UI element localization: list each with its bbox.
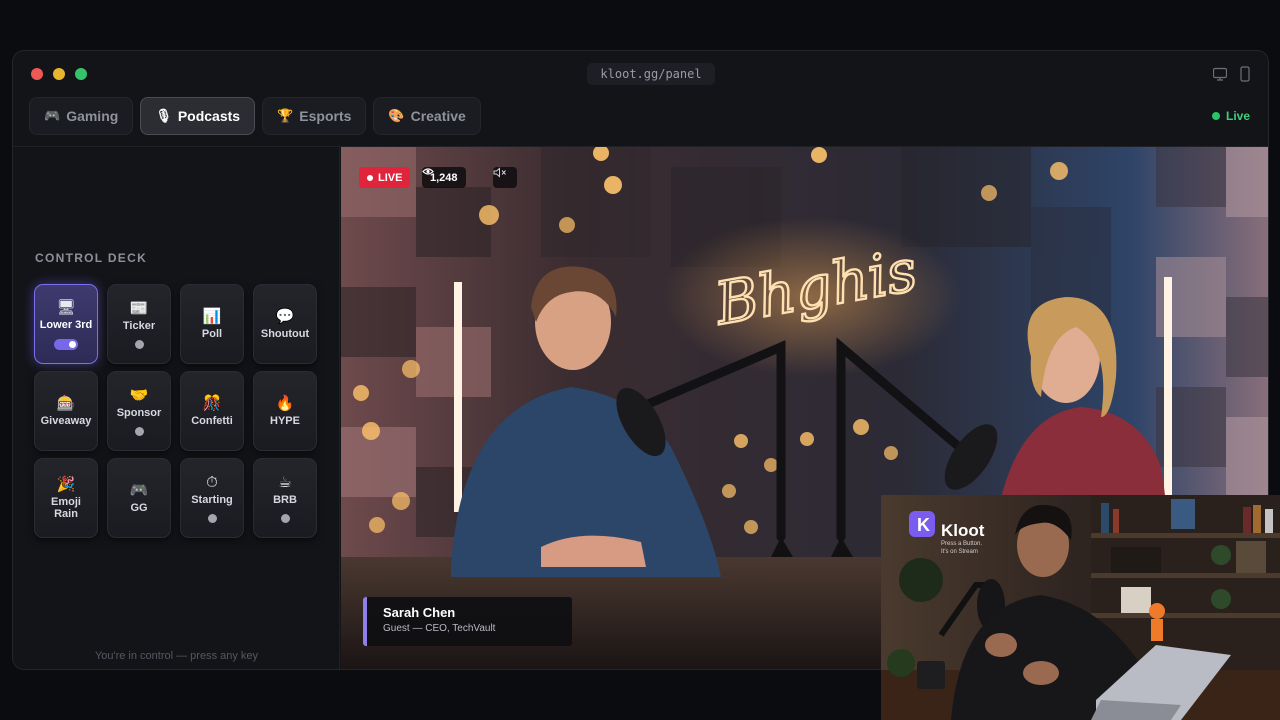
- viewer-count: 1,248: [422, 167, 466, 188]
- key-emoji-rain[interactable]: 🎉 Emoji Rain: [34, 458, 98, 538]
- lower-third-icon: 🖥: [56, 298, 76, 316]
- controller-icon: 🎮: [129, 482, 149, 499]
- key-shoutout[interactable]: 💬 Shoutout: [253, 284, 317, 364]
- key-lower-third[interactable]: 🖥 Lower 3rd: [34, 284, 98, 364]
- key-toggle-off: [134, 339, 144, 349]
- viewer-count-value: 1,248: [430, 171, 458, 184]
- key-giveaway[interactable]: 🎰 Giveaway: [34, 371, 98, 451]
- tab-label: Esports: [299, 108, 352, 124]
- tab-gaming[interactable]: 🎮 Gaming: [29, 97, 134, 135]
- live-status-dot: [1211, 112, 1220, 120]
- key-brb[interactable]: ☕ BRB: [253, 458, 317, 538]
- live-status-label: Live: [1225, 109, 1250, 123]
- fire-icon: 🔥: [275, 395, 295, 412]
- maximize-window-button[interactable]: [75, 68, 87, 80]
- desktop-view-icon[interactable]: [1213, 66, 1227, 82]
- key-poll[interactable]: 📊 Poll: [180, 284, 244, 364]
- neon-sign-text: Bhghis: [709, 236, 921, 337]
- eye-icon: [422, 168, 434, 175]
- tab-creative[interactable]: 🎨 Creative: [373, 97, 481, 135]
- pip-brand: Kloot: [941, 521, 985, 540]
- lower-third-role: Guest — CEO, TechVault: [383, 623, 496, 634]
- coffee-icon: ☕: [278, 473, 292, 491]
- tab-podcasts[interactable]: 🎙 Podcasts: [140, 97, 256, 135]
- key-hype[interactable]: 🔥 HYPE: [253, 371, 317, 451]
- key-label: Ticker: [122, 319, 156, 332]
- pip-tagline-2: It's on Stream: [941, 549, 978, 555]
- speech-bubble-icon: 💬: [275, 308, 295, 325]
- key-label: Shoutout: [260, 328, 310, 340]
- url-bar[interactable]: kloot.gg/panel: [587, 63, 715, 85]
- key-ticker[interactable]: 📰 Ticker: [107, 284, 171, 364]
- trophy-icon: 🏆: [277, 108, 294, 123]
- close-window-button[interactable]: [31, 68, 43, 80]
- party-popper-icon: 🎉: [56, 476, 76, 493]
- key-toggle-off: [207, 513, 217, 523]
- tab-esports[interactable]: 🏆 Esports: [262, 97, 367, 135]
- lower-third-name: Sarah Chen: [383, 605, 456, 620]
- mute-button[interactable]: [493, 167, 517, 188]
- svg-text:K: K: [917, 515, 930, 535]
- key-sponsor[interactable]: 🤝 Sponsor: [107, 371, 171, 451]
- key-toggle-off: [280, 513, 290, 523]
- control-deck-title: CONTROL DECK: [35, 251, 148, 265]
- chart-icon: 📊: [202, 308, 222, 325]
- key-label: Confetti: [191, 415, 233, 427]
- ticker-icon: 📰: [129, 299, 149, 317]
- title-bar: kloot.gg/panel: [13, 51, 1268, 95]
- key-starting[interactable]: ⏱ Starting: [180, 458, 244, 538]
- pip-tagline-1: Press a Button.: [941, 541, 983, 547]
- neon-sign: Bhghis: [708, 235, 923, 337]
- confetti-icon: 🎊: [202, 395, 222, 412]
- speaker-muted-icon: [493, 167, 506, 178]
- gamepad-icon: 🎮: [44, 108, 61, 123]
- control-deck-panel: CONTROL DECK 🖥 Lower 3rd 📰 Ticker 📊 Poll…: [13, 147, 340, 669]
- live-badge-dot: [367, 174, 373, 181]
- key-confetti[interactable]: 🎊 Confetti: [180, 371, 244, 451]
- key-label: GG: [130, 502, 148, 514]
- stopwatch-icon: ⏱: [206, 473, 218, 491]
- live-badge-label: LIVE: [378, 171, 403, 184]
- palette-icon: 🎨: [388, 108, 405, 123]
- presenter-webcam: K Kloot Press a Button. It's on Stream: [881, 495, 1280, 720]
- live-badge: LIVE: [359, 167, 411, 188]
- live-status: Live: [1211, 109, 1250, 123]
- category-tabs: 🎮 Gaming 🎙 Podcasts 🏆 Esports 🎨 Creative: [29, 97, 481, 135]
- key-label: HYPE: [270, 415, 300, 427]
- control-hint: You're in control — press any key: [94, 650, 259, 662]
- key-label: Poll: [201, 328, 223, 340]
- minimize-window-button[interactable]: [53, 68, 65, 80]
- mobile-view-icon[interactable]: [1238, 66, 1252, 82]
- microphone-icon: 🎙: [155, 108, 172, 123]
- handshake-icon: 🤝: [129, 386, 149, 404]
- pip-tagline: Press a Button. It's on Stream: [941, 540, 982, 556]
- key-label: Giveaway: [40, 415, 92, 427]
- key-label: Starting: [191, 493, 233, 506]
- key-gg[interactable]: 🎮 GG: [107, 458, 171, 538]
- gift-icon: 🎰: [56, 395, 76, 412]
- key-label: Lower 3rd: [39, 318, 93, 331]
- lower-third-overlay: Sarah Chen Guest — CEO, TechVault: [363, 597, 572, 646]
- tab-label: Gaming: [66, 108, 119, 124]
- key-label: Sponsor: [116, 406, 162, 419]
- key-toggle-off: [134, 426, 144, 436]
- key-label: Emoji Rain: [51, 496, 81, 520]
- tab-label: Creative: [410, 108, 466, 124]
- key-label: BRB: [273, 493, 297, 506]
- tab-label: Podcasts: [177, 108, 241, 124]
- control-deck-grid: 🖥 Lower 3rd 📰 Ticker 📊 Poll 💬 Shoutout 🎰…: [34, 284, 320, 538]
- key-toggle-on: [54, 338, 78, 350]
